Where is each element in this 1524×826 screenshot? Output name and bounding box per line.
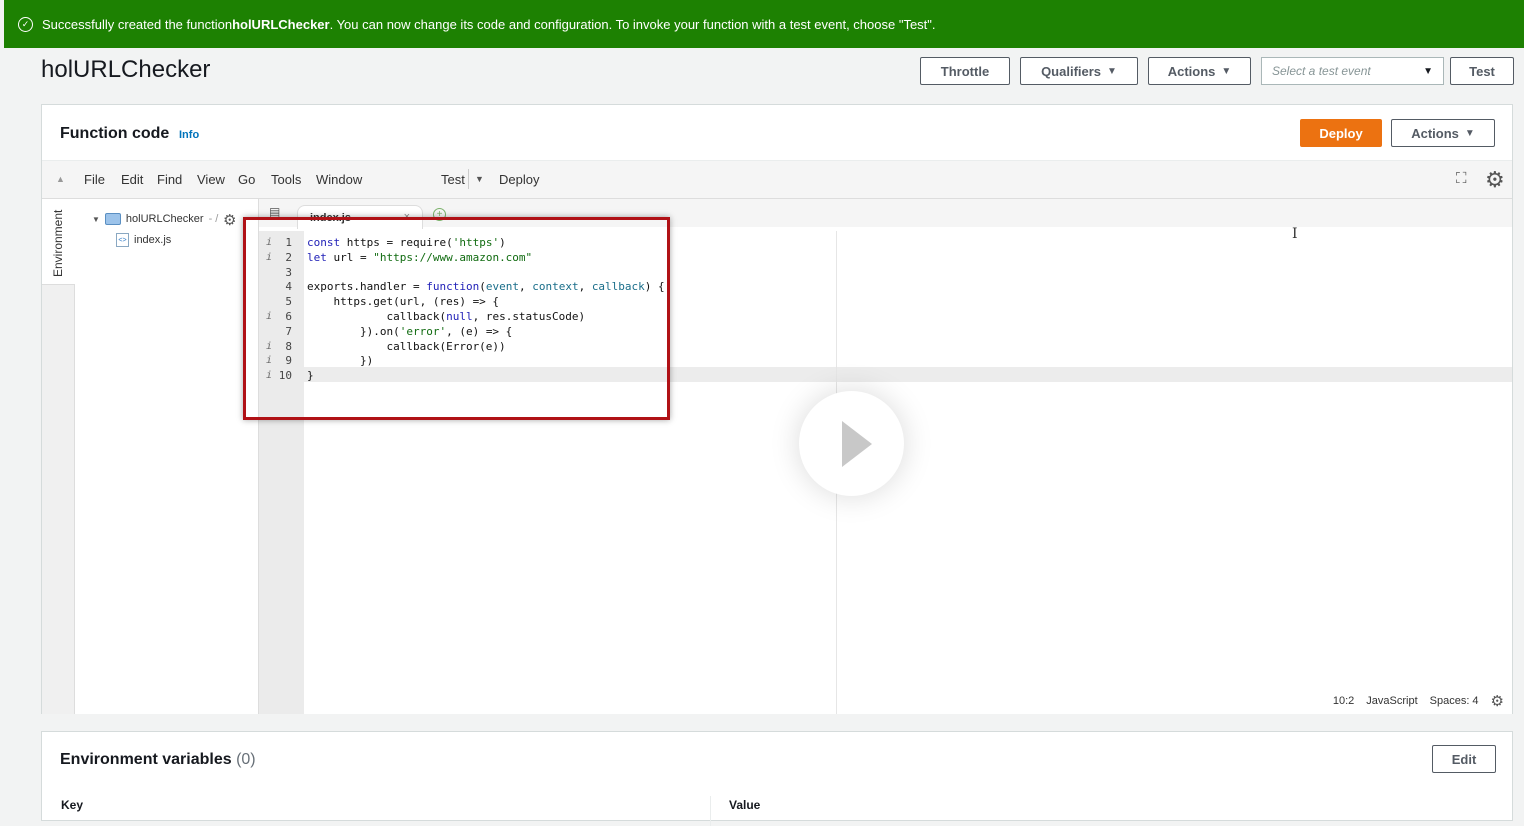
actions-button[interactable]: Actions ▼: [1148, 57, 1251, 85]
menu-file[interactable]: File: [84, 172, 105, 187]
caret-down-icon: ▼: [1107, 65, 1117, 77]
ide-menubar: ▲ File Edit Find View Go Tools Window Te…: [42, 161, 1512, 199]
actions-label: Actions: [1167, 63, 1216, 79]
banner-prefix: Successfully created the function: [42, 16, 233, 32]
settings-gear-icon[interactable]: ⚙: [1485, 167, 1505, 193]
check-circle-icon: ✓: [18, 16, 33, 32]
code-actions-button[interactable]: Actions ▼: [1391, 119, 1495, 147]
text-cursor-icon: I: [1292, 226, 1298, 242]
environment-side-tab[interactable]: Environment: [42, 199, 75, 714]
menu-deploy[interactable]: Deploy: [499, 172, 539, 187]
test-event-select[interactable]: Select a test event ▼: [1261, 57, 1444, 85]
editor-status-bar: 10:2 JavaScript Spaces: 4 ⚙: [1333, 688, 1512, 714]
indent-setting[interactable]: Spaces: 4: [1430, 695, 1479, 707]
throttle-button[interactable]: Throttle: [920, 57, 1010, 85]
function-code-title: Function code: [60, 125, 170, 142]
play-video-button[interactable]: [799, 391, 904, 496]
js-file-icon: <>: [116, 233, 129, 247]
fullscreen-icon[interactable]: ⛶: [1456, 170, 1467, 187]
page-title: holURLChecker: [41, 56, 211, 83]
menu-edit[interactable]: Edit: [121, 172, 143, 187]
deploy-label: Deploy: [1319, 125, 1363, 141]
env-vars-title: Environment variables (0): [60, 751, 256, 769]
column-divider: [710, 796, 711, 826]
test-dropdown-icon[interactable]: ▼: [475, 174, 484, 184]
env-vars-title-text: Environment variables: [60, 751, 232, 768]
menu-window[interactable]: Window: [316, 172, 362, 187]
file-tree: ▼ holURLChecker - / ⚙ <> index.js: [75, 199, 259, 714]
environment-variables-panel: Environment variables (0) Edit Key Value: [41, 731, 1513, 826]
folder-icon: [104, 213, 121, 225]
environment-tab-label: Environment: [51, 209, 65, 277]
menu-divider: [468, 169, 469, 189]
editor-settings-icon[interactable]: ⚙: [1491, 692, 1504, 710]
env-edit-label: Edit: [1451, 751, 1477, 767]
function-code-header: Function code Info Deploy Actions ▼: [42, 105, 1512, 161]
file-name: index.js: [134, 234, 172, 246]
caret-down-icon: ▼: [1423, 65, 1433, 77]
language-mode[interactable]: JavaScript: [1366, 695, 1417, 707]
cursor-position: 10:2: [1332, 695, 1355, 707]
deploy-button[interactable]: Deploy: [1300, 119, 1382, 147]
menu-test[interactable]: Test: [441, 172, 465, 187]
banner-function-name: holURLChecker: [232, 16, 330, 32]
env-vars-count: (0): [236, 751, 256, 768]
test-button[interactable]: Test: [1450, 57, 1514, 85]
menu-find[interactable]: Find: [157, 172, 182, 187]
folder-name: holURLChecker: [125, 213, 204, 225]
test-label: Test: [1469, 63, 1495, 79]
caret-down-icon: ▼: [1464, 127, 1475, 139]
throttle-label: Throttle: [940, 63, 990, 79]
env-edit-button[interactable]: Edit: [1432, 745, 1496, 773]
success-banner: ✓ Successfully created the function holU…: [4, 0, 1524, 48]
folder-path: - /: [208, 213, 219, 225]
banner-suffix: . You can now change its code and config…: [329, 16, 936, 32]
menu-tools[interactable]: Tools: [271, 172, 301, 187]
play-icon: [842, 421, 872, 467]
triangle-down-icon: ▼: [92, 214, 100, 224]
collapse-arrow-icon[interactable]: ▲: [56, 174, 65, 184]
caret-down-icon: ▼: [1221, 65, 1232, 77]
folder-row[interactable]: ▼ holURLChecker - /: [92, 213, 218, 225]
code-actions-label: Actions: [1411, 125, 1459, 141]
file-row[interactable]: <> index.js: [116, 233, 171, 247]
menu-go[interactable]: Go: [238, 172, 255, 187]
tree-settings-icon[interactable]: ⚙: [223, 211, 236, 229]
qualifiers-button[interactable]: Qualifiers ▼: [1020, 57, 1138, 85]
menu-view[interactable]: View: [197, 172, 225, 187]
info-link[interactable]: Info: [179, 129, 199, 141]
qualifiers-label: Qualifiers: [1041, 63, 1102, 79]
highlight-box: [243, 217, 670, 420]
test-event-placeholder: Select a test event: [1272, 64, 1371, 78]
